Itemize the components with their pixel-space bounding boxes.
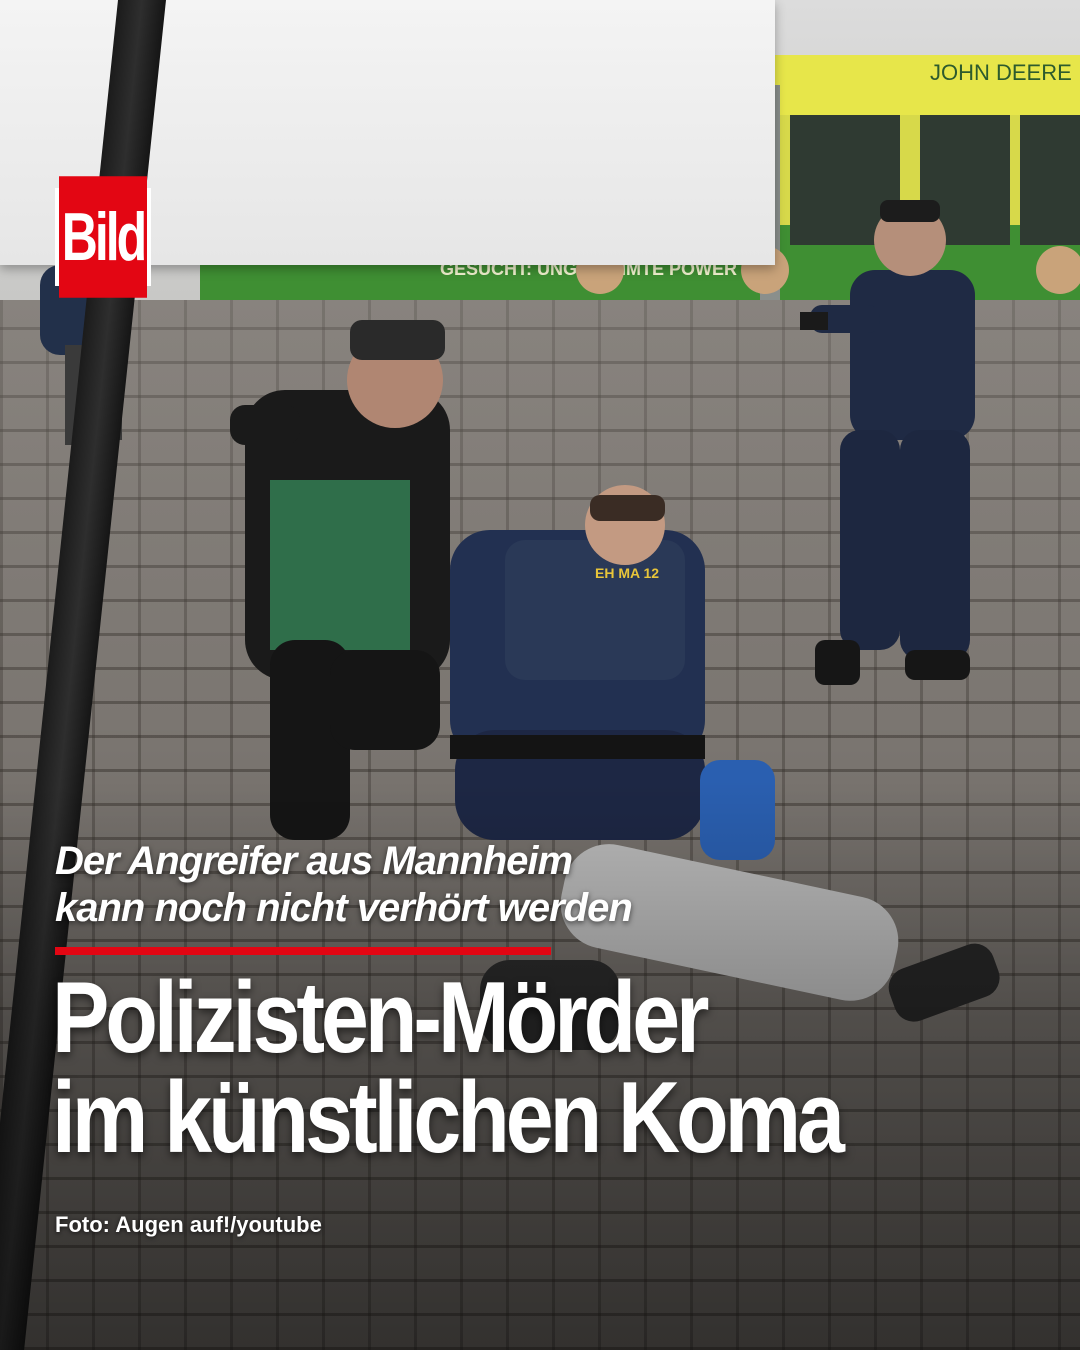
kicker: Der Angreifer aus Mannheim kann noch nic… [55,838,815,932]
attacker-figure [230,320,450,840]
bild-logo-text: Bild [59,176,147,298]
officer-standing-figure [800,200,975,685]
bild-logo: Bild [55,176,151,298]
svg-text:EH MA 12: EH MA 12 [595,565,659,581]
post-image: JOHN DEERE GESUCHT: UNGEZÄHMTE POWER [0,0,1080,1350]
kicker-line-1: Der Angreifer aus Mannheim [55,839,573,883]
kicker-line-2: kann noch nicht verhört werden [55,886,633,930]
headline: Polizisten-Mörder im künstlichen Koma [52,961,1052,1174]
photo-credit: Foto: Augen auf!/youtube [55,1212,322,1237]
headline-line-2: im künstlichen Koma [52,1061,845,1175]
accent-divider [55,947,551,955]
